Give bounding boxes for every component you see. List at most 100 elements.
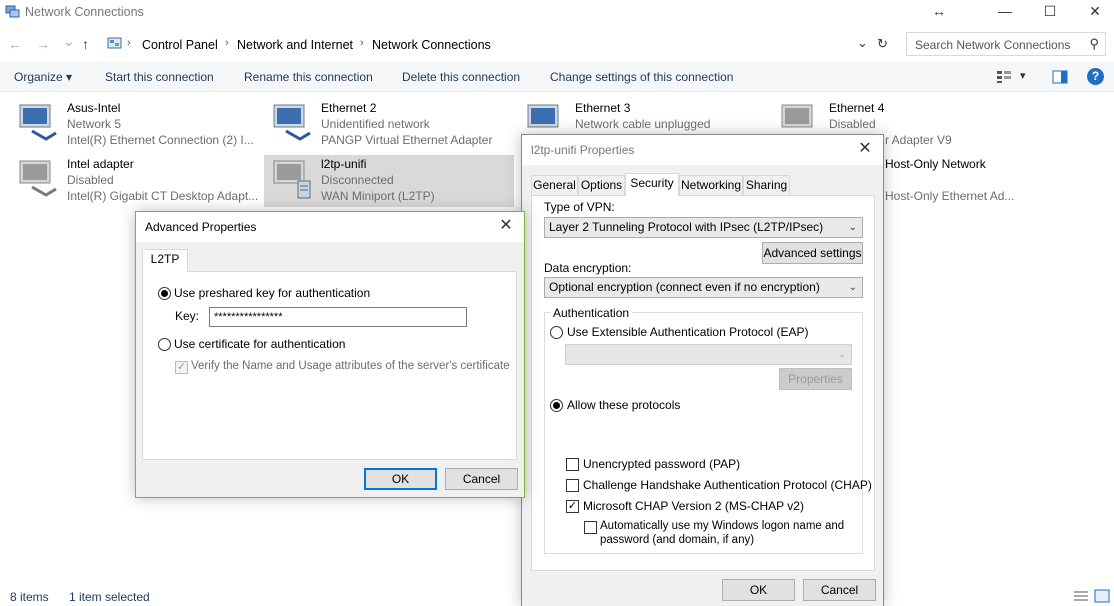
change-settings-button[interactable]: Change settings of this connection: [550, 70, 733, 84]
tab-sharing[interactable]: Sharing: [743, 175, 790, 196]
address-row: ← → ⌄ ↑ › Control Panel › Network and In…: [0, 30, 1114, 58]
search-input[interactable]: Search Network Connections ⚲: [906, 32, 1106, 56]
ok-button[interactable]: OK: [364, 468, 437, 490]
tab-options[interactable]: Options: [578, 175, 625, 196]
verify-certificate-label: Verify the Name and Usage attributes of …: [191, 360, 510, 372]
chap-checkbox[interactable]: [566, 479, 579, 492]
dialog-close-button[interactable]: ✕: [494, 215, 518, 239]
connection-status: Network cable unplugged: [575, 117, 711, 131]
data-encryption-select[interactable]: Optional encryption (connect even if no …: [544, 277, 863, 298]
help-icon[interactable]: ?: [1087, 68, 1104, 85]
forward-button[interactable]: →: [36, 36, 50, 52]
window-title: Network Connections: [25, 5, 144, 19]
up-button[interactable]: ↑: [82, 36, 89, 52]
tab-general[interactable]: General: [531, 175, 578, 196]
vpn-type-value: Layer 2 Tunneling Protocol with IPsec (L…: [549, 220, 824, 234]
minimize-button[interactable]: —: [982, 0, 1028, 24]
rename-connection-button[interactable]: Rename this connection: [244, 70, 373, 84]
mschap-v2-checkbox[interactable]: ✓: [566, 500, 579, 513]
connection-properties-dialog: l2tp-unifi Properties ✕ General Options …: [521, 134, 884, 606]
network-adapter-icon: [19, 160, 57, 197]
connection-name: Ethernet 2: [321, 101, 377, 115]
view-options-chevron-icon[interactable]: ▾: [1020, 69, 1026, 82]
allow-protocols-radio[interactable]: [550, 399, 563, 412]
security-tab-panel: Type of VPN: Layer 2 Tunneling Protocol …: [531, 195, 875, 571]
search-icon[interactable]: ⚲: [1089, 36, 1099, 52]
eap-radio[interactable]: [550, 326, 563, 339]
mschap-v2-label: Microsoft CHAP Version 2 (MS-CHAP v2): [583, 499, 804, 513]
connection-device: PANGP Virtual Ethernet Adapter: [321, 133, 493, 147]
large-icons-view-icon[interactable]: [1094, 589, 1110, 603]
dialog-title-bar: Advanced Properties ✕: [136, 212, 524, 242]
chevron-down-icon: ⌄: [848, 282, 857, 293]
breadcrumb-separator: ›: [225, 37, 229, 49]
connection-item-ethernet-2[interactable]: Ethernet 2 Unidentified network PANGP Vi…: [268, 99, 518, 151]
address-dropdown-button[interactable]: ⌄: [857, 35, 868, 51]
connection-name: Ethernet 4: [829, 101, 885, 115]
network-adapter-icon: [19, 104, 57, 141]
connection-device: WAN Miniport (L2TP): [321, 189, 435, 203]
certificate-radio[interactable]: [158, 338, 171, 351]
delete-connection-button[interactable]: Delete this connection: [402, 70, 520, 84]
connection-item-asus-intel[interactable]: Asus-Intel Network 5 Intel(R) Ethernet C…: [14, 99, 264, 151]
connection-item-l2tp-unifi[interactable]: l2tp-unifi Disconnected WAN Miniport (L2…: [264, 155, 514, 207]
advanced-properties-dialog: Advanced Properties ✕ L2TP Use preshared…: [135, 211, 525, 498]
address-bar[interactable]: › Control Panel › Network and Internet ›…: [104, 32, 894, 56]
vpn-type-label: Type of VPN:: [544, 200, 615, 214]
network-adapter-icon: [273, 104, 311, 141]
connection-item-intel-adapter[interactable]: Intel adapter Disabled Intel(R) Gigabit …: [14, 155, 264, 207]
recent-locations-button[interactable]: ⌄: [63, 33, 75, 50]
title-bar: Network Connections ↔ — ☐ ✕: [0, 0, 1114, 26]
breadcrumb-separator: ›: [360, 37, 364, 49]
organize-menu[interactable]: Organize ▾: [14, 70, 72, 84]
breadcrumb-control-panel[interactable]: Control Panel: [142, 38, 218, 52]
maximize-button[interactable]: ☐: [1027, 0, 1073, 24]
pap-checkbox[interactable]: [566, 458, 579, 471]
auto-logon-checkbox[interactable]: [584, 521, 597, 534]
advanced-settings-button[interactable]: Advanced settings: [762, 242, 863, 264]
key-label: Key:: [175, 309, 200, 323]
certificate-label: Use certificate for authentication: [174, 337, 346, 351]
tab-security[interactable]: Security: [625, 173, 679, 196]
tab-networking[interactable]: Networking: [679, 175, 743, 196]
breadcrumb-network-and-internet[interactable]: Network and Internet: [237, 38, 353, 52]
connection-status: Network 5: [67, 117, 122, 131]
cancel-button[interactable]: Cancel: [445, 468, 518, 490]
close-button[interactable]: ✕: [1072, 0, 1114, 24]
auto-logon-label-line-1: Automatically use my Windows logon name …: [600, 520, 845, 532]
tab-l2tp[interactable]: L2TP: [142, 249, 188, 272]
connection-device: r Adapter V9: [885, 133, 952, 147]
preshared-key-input[interactable]: ****************: [209, 307, 467, 327]
chevron-down-icon: ⌄: [848, 222, 857, 233]
eap-method-select[interactable]: ⌄: [565, 344, 852, 365]
eap-properties-button[interactable]: Properties: [779, 368, 852, 390]
dialog-title: Advanced Properties: [145, 220, 257, 234]
connection-device: Intel(R) Gigabit CT Desktop Adapt...: [67, 189, 259, 203]
allow-protocols-label: Allow these protocols: [567, 398, 681, 412]
cancel-button[interactable]: Cancel: [803, 579, 876, 601]
selection-count: 1 item selected: [69, 590, 150, 604]
connection-device: Host-Only Ethernet Ad...: [885, 189, 1015, 203]
dialog-close-button[interactable]: ✕: [853, 138, 877, 162]
chap-label: Challenge Handshake Authentication Proto…: [583, 478, 872, 492]
pap-label: Unencrypted password (PAP): [583, 457, 741, 471]
refresh-button[interactable]: ↻: [877, 36, 888, 52]
verify-certificate-checkbox[interactable]: ✓: [175, 361, 188, 374]
ok-button[interactable]: OK: [722, 579, 795, 601]
data-encryption-label: Data encryption:: [544, 261, 632, 275]
start-connection-button[interactable]: Start this connection: [105, 70, 214, 84]
dialog-title-bar: l2tp-unifi Properties ✕: [522, 135, 883, 165]
connection-status: Disconnected: [321, 173, 394, 187]
connection-status: Disabled: [67, 173, 114, 187]
change-view-icon[interactable]: [996, 70, 1012, 84]
vpn-connection-icon: [273, 160, 311, 199]
dialog-title: l2tp-unifi Properties: [531, 143, 635, 157]
preshared-key-radio[interactable]: [158, 287, 171, 300]
vpn-type-select[interactable]: Layer 2 Tunneling Protocol with IPsec (L…: [544, 217, 863, 238]
breadcrumb-network-connections[interactable]: Network Connections: [372, 38, 491, 52]
back-button[interactable]: ←: [8, 36, 22, 52]
details-view-icon[interactable]: [1073, 589, 1089, 603]
connection-name: Intel adapter: [67, 157, 134, 171]
preview-pane-icon[interactable]: [1052, 70, 1068, 84]
preshared-key-label: Use preshared key for authentication: [174, 286, 371, 300]
